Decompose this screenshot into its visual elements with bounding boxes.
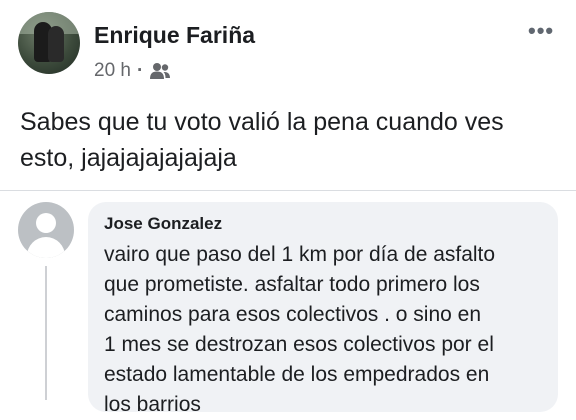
comment-text-line: vairo que paso del 1 km por día de asfal… bbox=[104, 243, 496, 266]
comment-text-line: caminos para esos colectivos . o sino en bbox=[104, 303, 482, 326]
friends-icon[interactable] bbox=[149, 62, 171, 80]
more-options-icon[interactable]: ••• bbox=[528, 18, 554, 44]
comment-author-name[interactable]: Jose Gonzalez bbox=[104, 214, 222, 234]
post-timestamp[interactable]: 20 h bbox=[94, 60, 131, 82]
post-text-line: Sabes que tu voto valió la pena cuando v… bbox=[20, 108, 504, 136]
comment-text-line: estado lamentable de los empedrados en bbox=[104, 363, 490, 386]
commenter-avatar[interactable] bbox=[18, 202, 74, 258]
post-author-name[interactable]: Enrique Fariña bbox=[94, 22, 255, 49]
post-header: Enrique Fariña 20 h · ••• bbox=[0, 0, 576, 92]
post-meta: 20 h · bbox=[94, 60, 171, 82]
comment-text-line: 1 mes se destrozan esos colectivos por e… bbox=[104, 333, 494, 356]
comment-text-line: que prometiste. asfaltar todo primero lo… bbox=[104, 273, 480, 296]
post-body: Sabes que tu voto valió la pena cuando v… bbox=[20, 104, 560, 176]
post-text-line: esto, jajajajajajajaja bbox=[20, 144, 237, 172]
divider bbox=[0, 190, 576, 191]
comment-thread-line bbox=[45, 266, 47, 400]
meta-separator: · bbox=[136, 60, 144, 81]
author-avatar[interactable] bbox=[18, 12, 80, 74]
comment-text-line: los barrios bbox=[104, 393, 201, 416]
comment-text: vairo que paso del 1 km por día de asfal… bbox=[104, 240, 546, 420]
